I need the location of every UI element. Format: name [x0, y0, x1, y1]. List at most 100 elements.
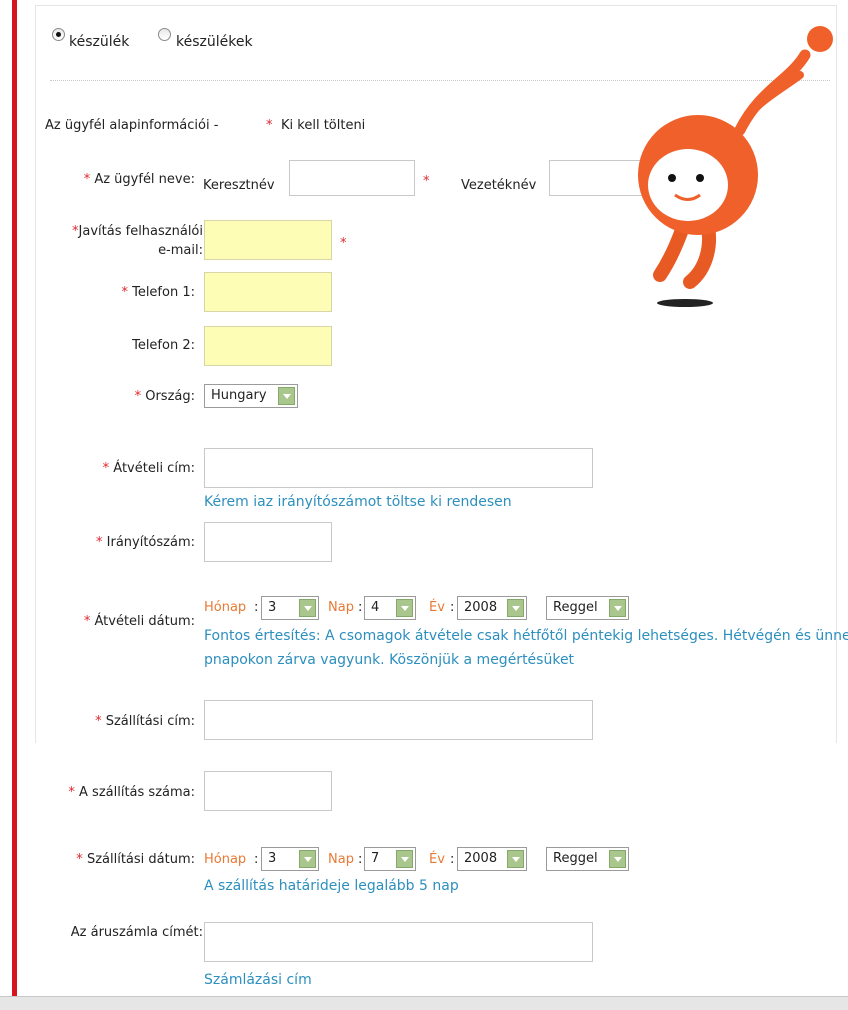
pickup-day-value: 4	[371, 600, 380, 615]
radio-device-multiple[interactable]	[158, 28, 171, 41]
delivery-day-value: 7	[371, 851, 380, 866]
email-label-wrap: *Javítás felhasználói e-mail:	[40, 222, 203, 260]
required-note: Ki kell tölteni	[281, 118, 366, 133]
delivery-time-select[interactable]: Reggel	[546, 847, 629, 871]
left-red-border	[0, 0, 18, 1009]
pickup-year-label: Év	[429, 600, 445, 615]
email-label-line2: e-mail:	[158, 243, 203, 258]
invoice-label: Az áruszámla címét:	[70, 925, 203, 940]
last-name-label: Vezetéknév	[461, 178, 537, 193]
delivery-year-label: Év	[429, 852, 445, 867]
radio-device-single[interactable]	[52, 28, 65, 41]
phone1-input[interactable]	[204, 272, 332, 312]
pickup-year-value: 2008	[464, 600, 498, 615]
required-star: *	[340, 236, 347, 251]
pickup-day-select[interactable]: 4	[364, 596, 416, 620]
delivery-year-value: 2008	[464, 851, 498, 866]
required-star: *	[83, 172, 91, 187]
pickup-date-label: Átvételi dátum:	[94, 614, 195, 629]
pickup-month-label: Hónap	[204, 600, 247, 615]
required-star: *	[121, 285, 128, 300]
required-star: *	[76, 852, 83, 867]
delivery-day-select[interactable]: 7	[364, 847, 416, 871]
phone1-label: Telefon 1:	[132, 285, 195, 300]
radio-label-single: készülék	[69, 34, 130, 50]
phone1-label-wrap: * Telefon 1:	[40, 285, 195, 300]
zip-label-wrap: * Irányítószám:	[40, 535, 195, 550]
delivery-month-select[interactable]: 3	[261, 847, 319, 871]
chevron-down-icon	[396, 850, 413, 868]
delivery-year-select[interactable]: 2008	[457, 847, 527, 871]
delivery-date-label: Szállítási dátum:	[86, 852, 195, 867]
colon: :	[358, 852, 363, 867]
colon: :	[254, 600, 259, 615]
pickup-notice-line1: Fontos értesítés: A csomagok átvétele cs…	[204, 628, 848, 644]
bottom-bar	[0, 996, 848, 1010]
pickup-notice-line2: pnapokon zárva vagyunk. Köszönjük a megé…	[204, 652, 575, 668]
required-star: *	[95, 714, 102, 729]
country-label: Ország:	[145, 389, 195, 404]
required-star: *	[83, 614, 91, 629]
delivery-time-value: Reggel	[553, 851, 598, 866]
pickup-address-input[interactable]	[204, 448, 593, 488]
delivery-day-label: Nap	[328, 852, 354, 867]
required-star: *	[102, 461, 110, 476]
pickup-address-hint: Kérem iaz irányítószámot töltse ki rende…	[204, 494, 512, 510]
colon: :	[450, 852, 455, 867]
pickup-day-label: Nap	[328, 600, 354, 615]
pickup-year-select[interactable]: 2008	[457, 596, 527, 620]
chevron-down-icon	[609, 599, 626, 617]
country-select[interactable]: Hungary	[204, 384, 298, 408]
phone2-input[interactable]	[204, 326, 332, 366]
zip-label: Irányítószám:	[106, 535, 195, 550]
delivery-date-hint: A szállítás határideje legalább 5 nap	[204, 878, 459, 894]
invoice-input[interactable]	[204, 922, 593, 962]
required-star: *	[68, 785, 75, 800]
orange-runner-mascot-icon	[638, 26, 833, 307]
first-name-input[interactable]	[289, 160, 415, 196]
phone2-label-wrap: Telefon 2:	[40, 338, 195, 353]
delivery-number-label: A szállítás száma:	[79, 785, 195, 800]
invoice-hint: Számlázási cím	[204, 972, 312, 988]
chevron-down-icon	[507, 599, 524, 617]
pickup-month-value: 3	[268, 600, 277, 615]
pickup-time-select[interactable]: Reggel	[546, 596, 629, 620]
chevron-down-icon	[609, 850, 626, 868]
name-label: Az ügyfél neve:	[94, 172, 195, 187]
email-input[interactable]	[204, 220, 332, 260]
country-selected: Hungary	[211, 388, 267, 403]
section-title: Az ügyfél alapinformációi -	[45, 118, 219, 133]
delivery-number-input[interactable]	[204, 771, 332, 811]
delivery-month-value: 3	[268, 851, 277, 866]
pickup-address-label-wrap: * Átvételi cím:	[40, 461, 195, 476]
colon: :	[450, 600, 455, 615]
pickup-month-select[interactable]: 3	[261, 596, 319, 620]
first-name-label: Keresztnév	[203, 178, 275, 193]
required-star: *	[96, 535, 103, 550]
radio-label-multiple: készülékek	[176, 34, 253, 50]
chevron-down-icon	[396, 599, 413, 617]
required-star: *	[266, 118, 273, 133]
delivery-address-input[interactable]	[204, 700, 593, 740]
delivery-address-label-wrap: * Szállítási cím:	[40, 714, 195, 729]
required-star: *	[423, 174, 430, 189]
delivery-month-label: Hónap	[204, 852, 247, 867]
delivery-number-label-wrap: * A szállítás száma:	[40, 785, 195, 800]
colon: :	[254, 852, 259, 867]
invoice-label-wrap: Az áruszámla címét:	[40, 925, 203, 940]
pickup-address-label: Átvételi cím:	[113, 461, 195, 476]
delivery-address-label: Szállítási cím:	[105, 714, 195, 729]
colon: :	[358, 600, 363, 615]
chevron-down-icon	[278, 387, 295, 405]
chevron-down-icon	[299, 850, 316, 868]
pickup-time-value: Reggel	[553, 600, 598, 615]
pickup-date-label-wrap: * Átvételi dátum:	[40, 614, 195, 629]
email-label-line1: Javítás felhasználói	[78, 224, 203, 239]
phone2-label: Telefon 2:	[132, 338, 195, 353]
chevron-down-icon	[507, 850, 524, 868]
chevron-down-icon	[299, 599, 316, 617]
name-label-wrap: * Az ügyfél neve:	[40, 172, 195, 187]
required-star: *	[134, 389, 142, 404]
delivery-date-label-wrap: * Szállítási dátum:	[40, 852, 195, 867]
zip-input[interactable]	[204, 522, 332, 562]
